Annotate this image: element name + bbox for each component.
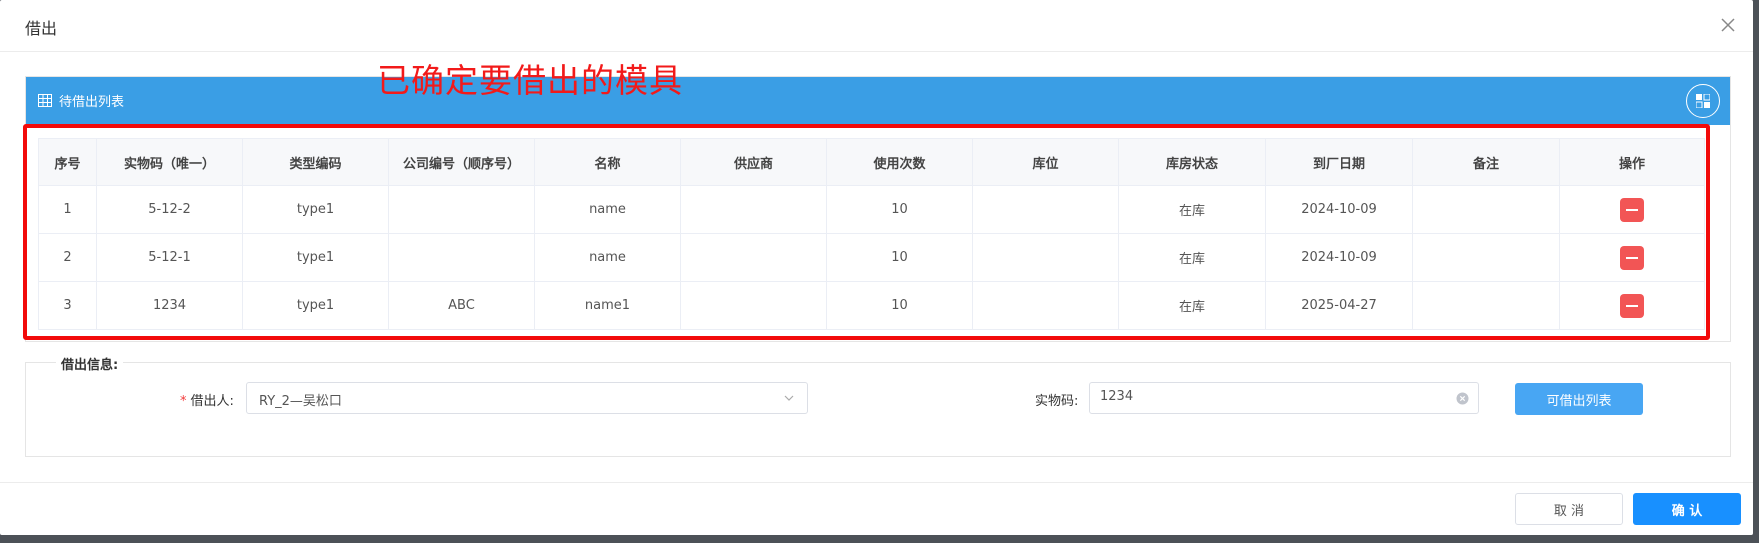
table-cell: 3: [38, 281, 97, 330]
borrower-label: * 借出人:: [180, 390, 234, 409]
table-cell: type1: [242, 233, 389, 282]
code-input-wrapper: [1089, 382, 1479, 414]
table-cell: [1412, 185, 1560, 234]
borrower-label-text: 借出人:: [190, 394, 234, 409]
table-cell: 10: [826, 185, 973, 234]
table-row: 2 5-12-1 type1 name 10 在库 2024-10-09: [38, 233, 1705, 282]
column-header: 使用次数: [826, 138, 973, 186]
borrow-dialog: 借出 待借出列表 已确定要借出的模具 序号 实物码（唯一） 类型编码 公司编号（…: [0, 0, 1753, 535]
layout-toggle-icon[interactable]: [1686, 84, 1720, 118]
table-cell: 1: [38, 185, 97, 234]
column-header: 名称: [534, 138, 681, 186]
remove-row-button[interactable]: [1620, 197, 1644, 222]
action-cell: [1559, 185, 1705, 234]
action-cell: [1559, 233, 1705, 282]
table-cell: [972, 185, 1119, 234]
table-cell: 在库: [1118, 233, 1266, 282]
table-cell: name: [534, 185, 681, 234]
cancel-button[interactable]: 取 消: [1515, 493, 1623, 525]
code-label: 实物码:: [1035, 394, 1079, 409]
table-cell: 在库: [1118, 281, 1266, 330]
table-cell: 2024-10-09: [1265, 185, 1413, 234]
table-cell: type1: [242, 281, 389, 330]
table-cell: name: [534, 233, 681, 282]
table-cell: 2024-10-09: [1265, 233, 1413, 282]
column-header: 公司编号（顺序号）: [388, 138, 535, 186]
table-cell: 5-12-1: [96, 233, 243, 282]
table-cell: 2: [38, 233, 97, 282]
column-header: 供应商: [680, 138, 827, 186]
column-header: 到厂日期: [1265, 138, 1413, 186]
table-cell: [972, 281, 1119, 330]
column-header: 实物码（唯一）: [96, 138, 243, 186]
code-input[interactable]: [1100, 389, 1440, 404]
dialog-title: 借出: [25, 19, 58, 38]
table-cell: [972, 233, 1119, 282]
table-cell: [680, 233, 827, 282]
borrowable-list-button[interactable]: 可借出列表: [1515, 383, 1643, 415]
borrower-select[interactable]: RY_2—吴松口: [246, 382, 808, 414]
remove-row-button[interactable]: [1620, 245, 1644, 270]
table-cell: type1: [242, 185, 389, 234]
table-cell: [1412, 281, 1560, 330]
required-marker: *: [180, 394, 187, 409]
panel-title: 待借出列表: [59, 95, 125, 110]
table-cell: 1234: [96, 281, 243, 330]
table-cell: 2025-04-27: [1265, 281, 1413, 330]
annotation-text: 已确定要借出的模具: [377, 61, 683, 100]
dialog-header: 借出: [0, 0, 1753, 52]
column-header: 操作: [1559, 138, 1705, 186]
table-icon: [38, 94, 52, 107]
column-header: 序号: [38, 138, 97, 186]
table-row: 1 5-12-2 type1 name 10 在库 2024-10-09: [38, 185, 1705, 234]
column-header: 备注: [1412, 138, 1560, 186]
table-row: 3 1234 type1 ABC name1 10 在库 2025-04-27: [38, 281, 1705, 330]
table-cell: ABC: [388, 281, 535, 330]
chevron-down-icon: [783, 392, 795, 408]
table-cell: 10: [826, 281, 973, 330]
background-strip: [0, 535, 1759, 543]
background-overlay: [1753, 0, 1759, 543]
footer-divider: [0, 482, 1753, 483]
confirm-button[interactable]: 确 认: [1633, 493, 1741, 525]
column-header: 类型编码: [242, 138, 389, 186]
table-cell: [680, 185, 827, 234]
close-icon[interactable]: [1717, 14, 1739, 36]
table-cell: [1412, 233, 1560, 282]
table-cell: [680, 281, 827, 330]
clear-icon[interactable]: [1456, 392, 1469, 409]
column-header: 库房状态: [1118, 138, 1266, 186]
table-cell: 10: [826, 233, 973, 282]
fieldset-legend: 借出信息:: [56, 354, 124, 373]
borrower-value: RY_2—吴松口: [259, 394, 342, 409]
table-cell: [388, 233, 535, 282]
column-header: 库位: [972, 138, 1119, 186]
table-cell: name1: [534, 281, 681, 330]
pending-table: 序号 实物码（唯一） 类型编码 公司编号（顺序号） 名称 供应商 使用次数 库位…: [38, 138, 1705, 330]
table-cell: 在库: [1118, 185, 1266, 234]
table-cell: [388, 185, 535, 234]
action-cell: [1559, 281, 1705, 330]
panel-header: 待借出列表: [26, 77, 1730, 125]
table-cell: 5-12-2: [96, 185, 243, 234]
remove-row-button[interactable]: [1620, 293, 1644, 318]
table-header-row: 序号 实物码（唯一） 类型编码 公司编号（顺序号） 名称 供应商 使用次数 库位…: [38, 138, 1705, 186]
